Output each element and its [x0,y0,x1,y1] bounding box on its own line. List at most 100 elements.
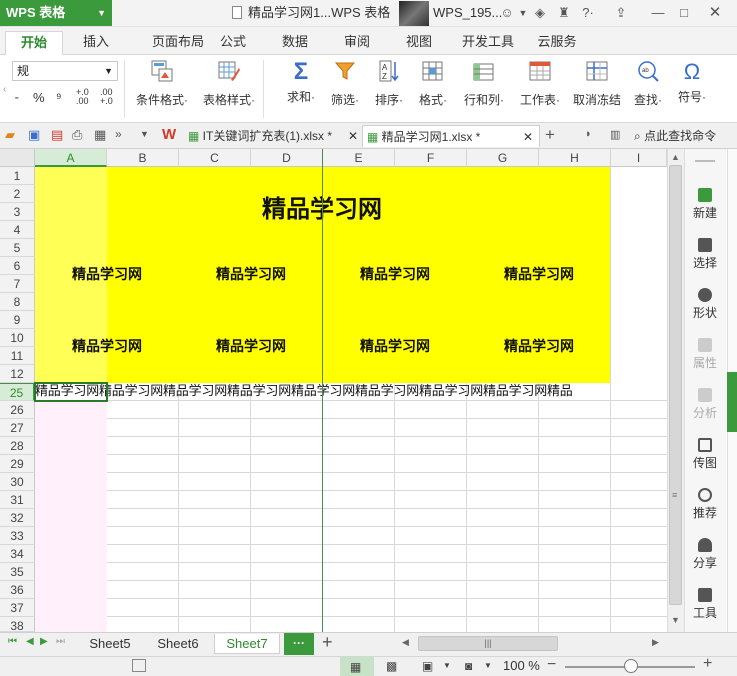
doc-tab-active[interactable]: ▦ 精品学习网1.xlsx * ✕ [362,125,540,147]
wps-logo-icon[interactable]: W [162,126,176,143]
column-header-c[interactable]: C [179,149,251,167]
panel-analysis-button[interactable]: 分析 [684,388,726,421]
panel-select-button[interactable]: 选择 [684,238,726,271]
row-header[interactable]: 8 [0,293,35,311]
select-all-corner[interactable] [0,149,35,167]
column-header-i[interactable]: I [611,149,667,167]
row-header[interactable]: 31 [0,491,35,509]
sort-button[interactable]: A Z 排序· [371,60,407,108]
row-header[interactable]: 34 [0,545,35,563]
vertical-scroll-thumb[interactable] [669,165,682,605]
row-header[interactable]: 1 [0,167,35,185]
close-icon[interactable]: ✕ [706,0,724,26]
increase-decimal-icon[interactable]: +.0.00 [76,88,89,106]
chevron-down-icon[interactable]: ▼ [518,0,528,26]
shield-icon[interactable]: ◈ [532,0,548,26]
scroll-right-icon[interactable]: ▶ [652,637,659,648]
sheet-tab-sheet7[interactable]: Sheet7 [214,634,280,654]
row-25-text[interactable]: 精品学习网精品学习网精品学习网精品学习网精品学习网精品学习网精品学习网精品学习网… [35,383,667,401]
close-icon[interactable]: ✕ [348,125,358,147]
row-header[interactable]: 28 [0,437,35,455]
horizontal-scroll-thumb[interactable]: ||| [418,636,558,651]
doc-tab-it-keywords[interactable]: ▦ IT关键词扩充表(1).xlsx * ✕ [188,125,360,147]
tab-review[interactable]: 审阅 [334,31,380,55]
row-header-active[interactable]: 25 [0,383,35,401]
filter-button[interactable]: 筛选· [327,60,363,108]
format-button[interactable]: 格式· [414,60,452,108]
chevron-down-icon[interactable]: ▼ [140,129,149,139]
column-header-h[interactable]: H [539,149,611,167]
panel-properties-button[interactable]: 属性 [684,338,726,371]
row-header[interactable]: 29 [0,455,35,473]
tab-data[interactable]: 数据 [272,31,318,55]
panel-collapse-handle[interactable] [727,372,737,432]
chevron-down-icon[interactable]: ▼ [484,661,492,670]
command-search[interactable]: ⌕ 点此查找命令 [634,125,716,147]
merged-cell-text[interactable]: 精品学习网 [323,337,467,357]
user-name[interactable]: WPS_195... [433,0,502,26]
close-icon[interactable]: ✕ [523,126,533,148]
tab-formulas[interactable]: 公式 [210,31,256,55]
merged-cell-text[interactable]: 精品学习网 [323,265,467,285]
next-sheet-icon[interactable]: ▶ [40,636,48,647]
row-header[interactable]: 12 [0,365,35,383]
zoom-out-icon[interactable]: − [547,656,556,674]
shirt-icon[interactable]: ♜ [556,0,572,26]
number-format-select[interactable]: 规 ▼ [12,61,118,81]
scroll-down-icon[interactable]: ▼ [671,615,680,625]
merged-cell-text[interactable]: 精品学习网 [467,265,611,285]
avatar[interactable] [399,1,429,26]
zoom-slider-thumb[interactable] [624,659,638,673]
zoom-in-icon[interactable]: + [703,655,712,673]
pdf-icon[interactable]: ▤ [51,127,63,143]
column-header-f[interactable]: F [395,149,467,167]
symbol-button[interactable]: Ω 符号· [673,60,711,105]
upload-icon[interactable]: ⇪ [612,0,630,26]
panel-upload-image-button[interactable]: 传图 [684,438,726,471]
comma-icon[interactable]: ⁹ [56,90,62,105]
currency-icon[interactable]: ⁃ [14,92,20,105]
sheet-tab-sheet6[interactable]: Sheet6 [148,634,208,654]
window-list-icon[interactable]: ▥ [610,128,620,141]
panel-recommend-button[interactable]: 推荐 [684,488,726,521]
percent-icon[interactable]: % [33,90,45,105]
row-header[interactable]: 9 [0,311,35,329]
decrease-decimal-icon[interactable]: .00 +.0 [100,88,113,106]
merged-cell-text[interactable]: 精品学习网 [35,265,179,285]
print-preview-icon[interactable]: ▦ [94,127,106,143]
prev-sheet-icon[interactable]: ◀ [26,636,34,647]
tab-home[interactable]: 开始 [5,31,63,55]
maximize-icon[interactable]: □ [676,0,692,26]
chevron-down-icon[interactable]: ▼ [443,661,451,670]
row-header[interactable]: 3 [0,203,35,221]
scroll-left-icon[interactable]: ◀ [402,637,409,648]
row-header[interactable]: 37 [0,599,35,617]
open-folder-icon[interactable]: ▰ [5,127,15,143]
table-style-button[interactable]: 表格样式· [199,60,259,108]
column-header-d[interactable]: D [251,149,323,167]
tab-view[interactable]: 视图 [396,31,442,55]
save-icon[interactable]: ▣ [28,127,40,143]
page-break-view-icon[interactable]: ▩ [386,659,397,673]
conditional-format-button[interactable]: 条件格式· [133,60,191,108]
help-icon[interactable]: ?· [578,0,598,26]
column-header-g[interactable]: G [467,149,539,167]
freeze-split-line[interactable] [322,149,323,632]
rows-columns-button[interactable]: 行和列· [459,60,509,108]
more-tools-icon[interactable]: » [115,127,122,141]
last-sheet-icon[interactable]: ⏭ [56,636,65,647]
row-header[interactable]: 2 [0,185,35,203]
column-header-e[interactable]: E [323,149,395,167]
column-header-a[interactable]: A [35,149,107,167]
panel-share-button[interactable]: 分享 [684,538,726,571]
tab-developer[interactable]: 开发工具 [456,31,520,55]
row-header[interactable]: 32 [0,509,35,527]
skin-icon[interactable]: ☺ [498,0,516,26]
panel-new-button[interactable]: 新建 [684,188,726,221]
add-sheet-icon[interactable]: + [322,632,333,653]
unfreeze-button[interactable]: 取消冻结 [571,60,623,108]
print-icon[interactable]: ⎙ [72,127,82,143]
sum-button[interactable]: Σ 求和· [283,60,319,105]
worksheet-button[interactable]: 工作表· [514,60,566,108]
merged-cell-text[interactable]: 精品学习网 [467,337,611,357]
